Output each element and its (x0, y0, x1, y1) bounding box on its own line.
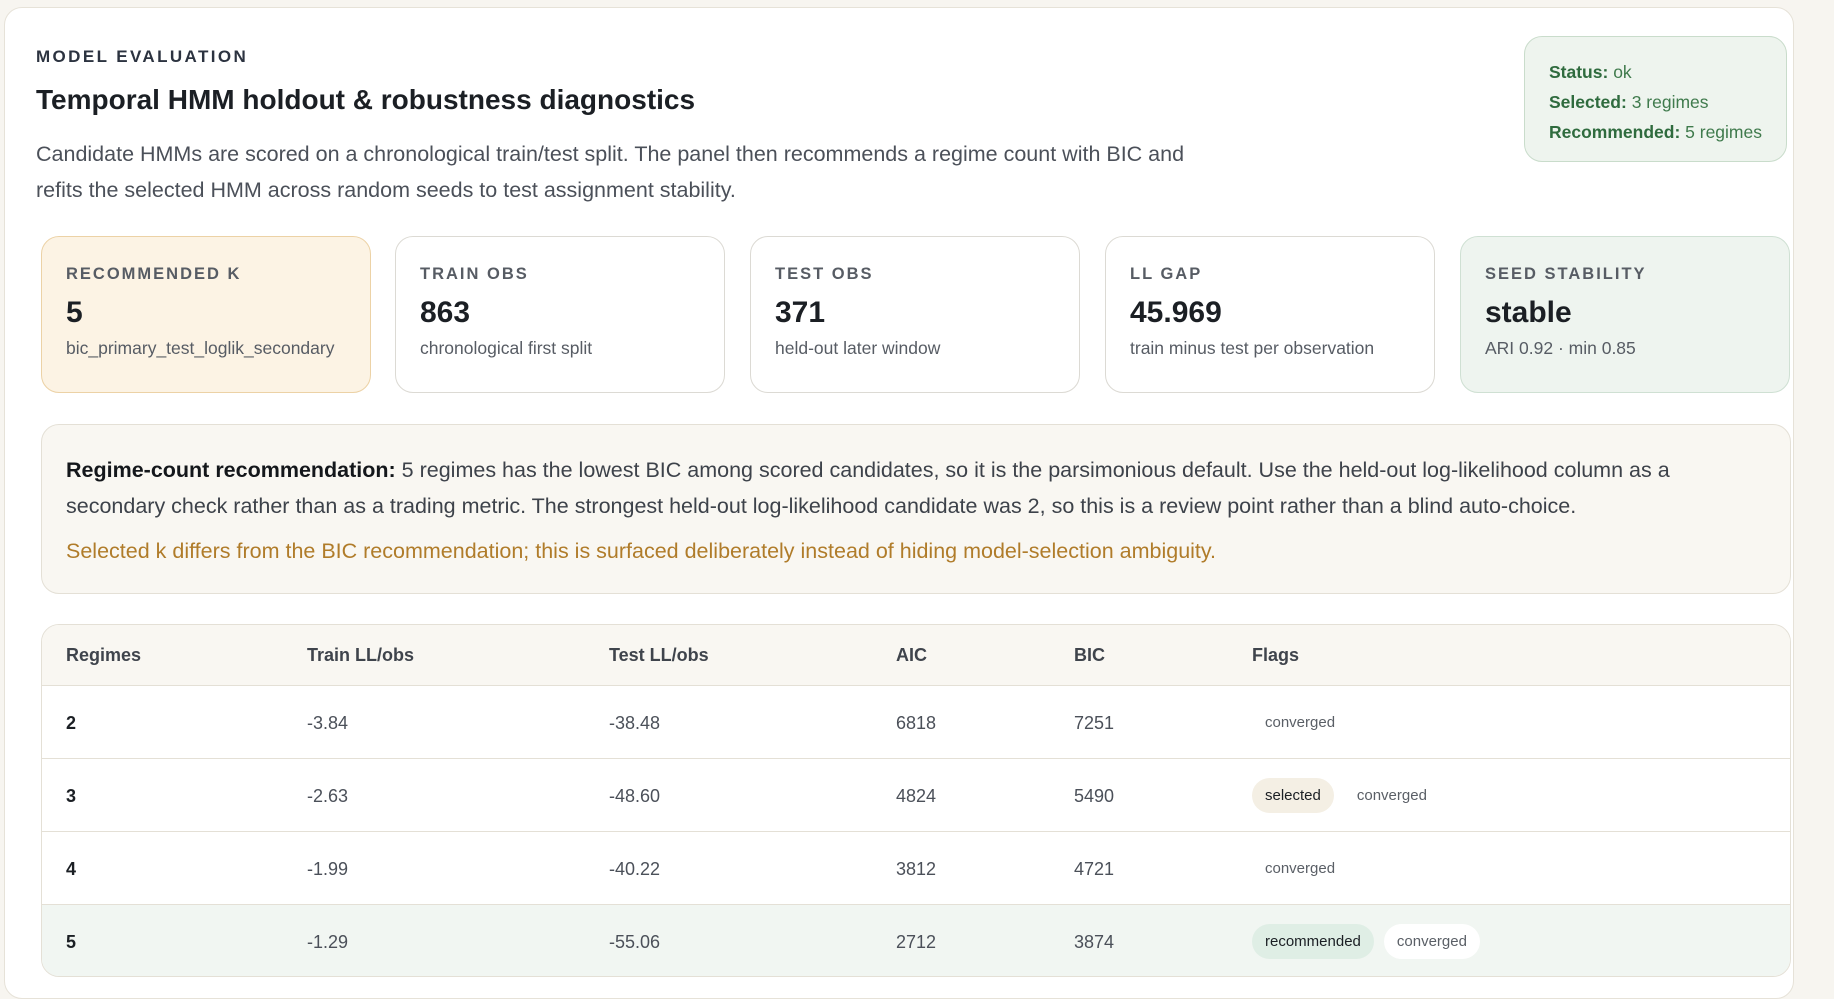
column-header-regimes: Regimes (66, 645, 142, 665)
column-header-bic: BIC (1074, 645, 1105, 665)
selected-value: 3 regimes (1631, 92, 1709, 112)
metric-card-seed-stability: SEED STABILITY stable ARI 0.92 · min 0.8… (1460, 236, 1790, 393)
metric-value: 5 (66, 296, 83, 329)
section-eyebrow: MODEL EVALUATION (36, 47, 249, 66)
cell-bic: 5490 (1074, 786, 1115, 806)
metric-label: SEED STABILITY (1485, 265, 1647, 283)
cell-flags: converged (1252, 705, 1348, 740)
cell-test-ll: -38.48 (609, 713, 661, 733)
recommended-key: Recommended: (1549, 122, 1681, 142)
cell-flags: converged (1252, 851, 1348, 886)
metric-card-ll-gap: LL GAP 45.969 train minus test per obser… (1105, 236, 1435, 393)
cell-test-ll: -40.22 (609, 859, 661, 879)
cell-aic: 6818 (896, 713, 937, 733)
cell-test-ll: -55.06 (609, 932, 661, 952)
metric-value: 45.969 (1130, 296, 1222, 329)
status-line: Status: ok (1549, 57, 1786, 87)
column-header-test-ll: Test LL/obs (609, 645, 709, 665)
table-row: 3 -2.63 -48.60 4824 5490 selected conver… (42, 759, 1790, 832)
cell-regimes: 2 (66, 713, 77, 733)
metric-value: 863 (420, 296, 471, 329)
metric-label: RECOMMENDED K (66, 265, 242, 283)
metric-card-recommended-k: RECOMMENDED K 5 bic_primary_test_loglik_… (41, 236, 371, 393)
cell-train-ll: -1.29 (307, 932, 349, 952)
table-row: 2 -3.84 -38.48 6818 7251 converged (42, 686, 1790, 759)
metric-card-test-obs: TEST OBS 371 held-out later window (750, 236, 1080, 393)
status-value: ok (1613, 62, 1632, 82)
table-row: 4 -1.99 -40.22 3812 4721 converged (42, 832, 1790, 905)
cell-regimes: 4 (66, 859, 77, 879)
recommendation-lead: Regime-count recommendation: (66, 458, 396, 482)
flag-badge: converged (1383, 924, 1480, 959)
table-header: Regimes Train LL/obs Test LL/obs AIC BIC… (42, 625, 1790, 686)
cell-aic: 4824 (896, 786, 937, 806)
metric-sub: held-out later window (775, 338, 941, 358)
cell-bic: 3874 (1074, 932, 1115, 952)
cell-train-ll: -1.99 (307, 859, 349, 879)
cell-train-ll: -3.84 (307, 713, 349, 733)
selected-key: Selected: (1549, 92, 1627, 112)
page-title: Temporal HMM holdout & robustness diagno… (36, 84, 696, 115)
recommended-line: Recommended: 5 regimes (1549, 117, 1786, 147)
flag-badge: converged (1356, 787, 1427, 804)
column-header-train-ll: Train LL/obs (307, 645, 415, 665)
cell-aic: 3812 (896, 859, 937, 879)
cell-regimes: 3 (66, 786, 77, 806)
metric-sub: ARI 0.92 · min 0.85 (1485, 338, 1636, 358)
metric-value: 371 (775, 296, 826, 329)
flag-badge-selected: selected (1252, 778, 1334, 813)
cell-regimes: 5 (66, 932, 77, 952)
selected-line: Selected: 3 regimes (1549, 87, 1786, 117)
flag-badge: converged (1265, 860, 1336, 877)
cell-aic: 2712 (896, 932, 937, 952)
cell-flags: selected converged (1252, 778, 1440, 813)
flag-badge-recommended: recommended (1252, 924, 1374, 959)
metric-sub: train minus test per observation (1130, 338, 1375, 358)
status-card: Status: ok Selected: 3 regimes Recommend… (1524, 36, 1787, 162)
flag-badge: converged (1265, 714, 1336, 731)
page-description: Candidate HMMs are scored on a chronolog… (36, 142, 1185, 202)
column-header-aic: AIC (896, 645, 927, 665)
column-header-flags: Flags (1252, 645, 1300, 665)
cell-bic: 4721 (1074, 859, 1115, 879)
table-row-recommended: 5 -1.29 -55.06 2712 3874 recommended con… (42, 905, 1790, 976)
metric-sub: chronological first split (420, 338, 593, 358)
cell-flags: recommended converged (1252, 924, 1480, 959)
recommendation-warning: Selected k differs from the BIC recommen… (66, 539, 1217, 563)
metric-label: TRAIN OBS (420, 265, 529, 283)
recommended-value: 5 regimes (1685, 122, 1762, 142)
cell-bic: 7251 (1074, 713, 1115, 733)
recommendation-box: Regime-count recommendation: 5 regimes h… (41, 424, 1791, 594)
metric-sub: bic_primary_test_loglik_secondary (66, 338, 335, 358)
status-key: Status: (1549, 62, 1609, 82)
regime-table: Regimes Train LL/obs Test LL/obs AIC BIC… (41, 624, 1791, 977)
metric-card-train-obs: TRAIN OBS 863 chronological first split (395, 236, 725, 393)
metric-label: TEST OBS (775, 265, 874, 283)
metric-label: LL GAP (1130, 265, 1203, 283)
cell-train-ll: -2.63 (307, 786, 349, 806)
metric-value: stable (1485, 296, 1572, 329)
cell-test-ll: -48.60 (609, 786, 661, 806)
recommendation-text: Regime-count recommendation: 5 regimes h… (66, 452, 1766, 524)
